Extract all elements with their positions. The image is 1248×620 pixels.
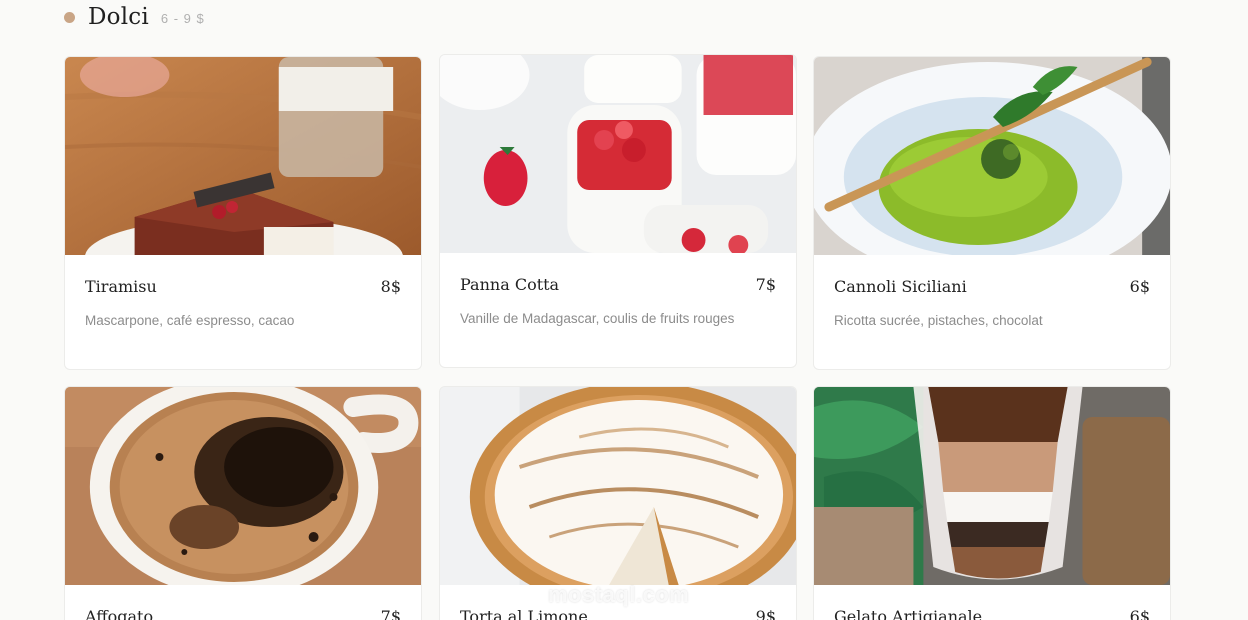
section-header: Dolci 6 - 9 $	[64, 4, 205, 30]
menu-card-affogato[interactable]: Affogato 7$	[64, 386, 422, 620]
item-price: 8$	[380, 277, 401, 296]
section-title: Dolci	[88, 4, 149, 30]
item-name: Affogato	[85, 607, 154, 620]
item-price: 6$	[1129, 277, 1150, 296]
menu-card-cannoli-siciliani[interactable]: Cannoli Siciliani 6$ Ricotta sucrée, pis…	[813, 56, 1171, 370]
item-description: Ricotta sucrée, pistaches, chocolat	[834, 313, 1043, 328]
item-description: Vanille de Madagascar, coulis de fruits …	[460, 311, 735, 326]
menu-card-gelato-artigianale[interactable]: Gelato Artigianale 6$	[813, 386, 1171, 620]
torta-al-limone-photo	[440, 387, 796, 585]
menu-card-tiramisu[interactable]: Tiramisu 8$ Mascarpone, café espresso, c…	[64, 56, 422, 370]
affogato-photo	[65, 387, 421, 585]
item-price: 9$	[755, 607, 776, 620]
panna-cotta-photo	[440, 55, 796, 253]
item-name: Gelato Artigianale	[834, 607, 983, 620]
item-name: Panna Cotta	[460, 275, 560, 294]
section-dot	[64, 11, 75, 23]
menu-card-panna-cotta[interactable]: Panna Cotta 7$ Vanille de Madagascar, co…	[439, 54, 797, 368]
item-price: 7$	[755, 275, 776, 294]
gelato-photo	[814, 387, 1170, 585]
item-price: 6$	[1129, 607, 1150, 620]
tiramisu-photo	[65, 57, 421, 255]
item-price: 7$	[380, 607, 401, 620]
section-price-range: 6 - 9 $	[160, 10, 205, 26]
item-name: Torta al Limone	[460, 607, 588, 620]
watermark: mostaql.com	[548, 582, 690, 607]
cannoli-photo	[814, 57, 1170, 255]
item-name: Tiramisu	[85, 277, 157, 296]
item-name: Cannoli Siciliani	[834, 277, 967, 296]
item-description: Mascarpone, café espresso, cacao	[85, 313, 295, 328]
